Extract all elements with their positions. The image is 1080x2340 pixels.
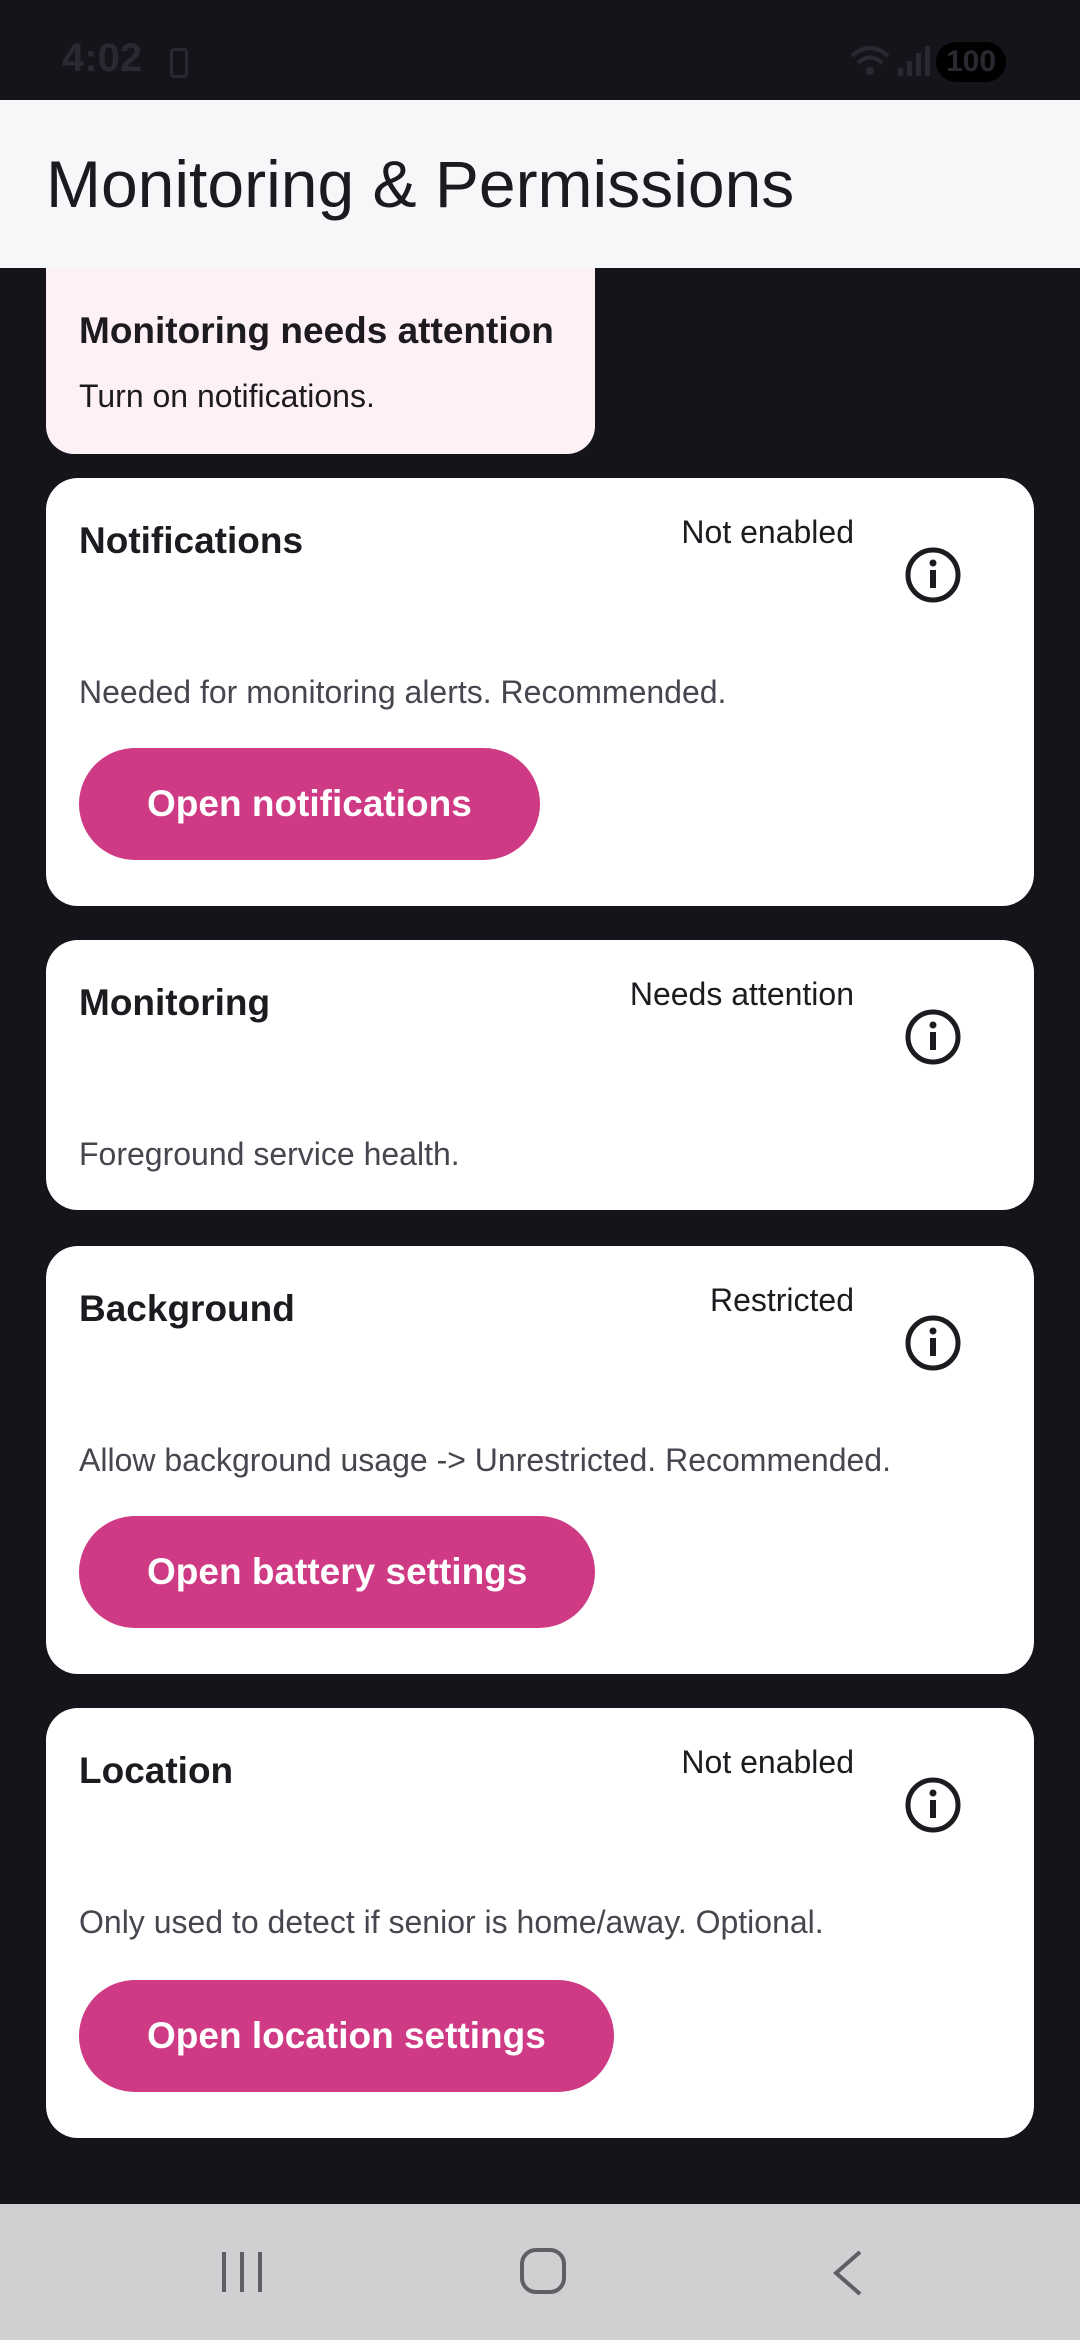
open-location-settings-button[interactable]: Open location settings [79, 1980, 614, 2092]
open-battery-settings-button[interactable]: Open battery settings [79, 1516, 596, 1628]
attention-banner: Monitoring needs attention Turn on notif… [46, 268, 595, 454]
monitoring-card: Monitoring Needs attention Foreground se… [46, 940, 1034, 1210]
status-bar: 4:02 100 [0, 0, 1080, 100]
status-time: 4:02 [62, 36, 143, 80]
card-title: Notifications [79, 520, 304, 561]
card-description: Needed for monitoring alerts. Recommende… [79, 674, 727, 710]
card-description: Foreground service health. [79, 1136, 460, 1172]
attention-banner-title: Monitoring needs attention [79, 310, 554, 351]
battery-indicator: 100 [936, 42, 1006, 82]
card-status: Restricted [709, 1282, 854, 1318]
card-title: Location [79, 1750, 234, 1791]
background-card: Background Restricted Allow background u… [46, 1246, 1034, 1674]
signal-icon [898, 46, 930, 76]
info-icon[interactable] [904, 1776, 962, 1834]
card-status: Not enabled [681, 514, 854, 550]
attention-banner-body: Turn on notifications. [79, 378, 375, 414]
location-card: Location Not enabled Only used to detect… [46, 1708, 1034, 2138]
card-status: Not enabled [681, 1744, 854, 1780]
card-description: Allow background usage -> Unrestricted. … [79, 1442, 891, 1478]
home-icon[interactable] [518, 2246, 568, 2296]
app-bar: Monitoring & Permissions [0, 100, 1080, 268]
back-icon[interactable] [828, 2248, 868, 2298]
info-icon[interactable] [904, 1008, 962, 1066]
notifications-card: Notifications Not enabled Needed for mon… [46, 478, 1034, 906]
page-title: Monitoring & Permissions [46, 147, 795, 221]
card-title: Background [79, 1288, 295, 1329]
wifi-icon [850, 46, 890, 75]
open-notifications-button[interactable]: Open notifications [79, 748, 540, 860]
recent-apps-icon[interactable] [218, 2248, 266, 2296]
phone-icon [170, 48, 188, 78]
card-status: Needs attention [629, 976, 854, 1012]
navigation-bar [0, 2204, 1080, 2340]
card-description: Only used to detect if senior is home/aw… [79, 1904, 824, 1940]
card-title: Monitoring [79, 982, 271, 1023]
info-icon[interactable] [904, 1314, 962, 1372]
info-icon[interactable] [904, 546, 962, 604]
